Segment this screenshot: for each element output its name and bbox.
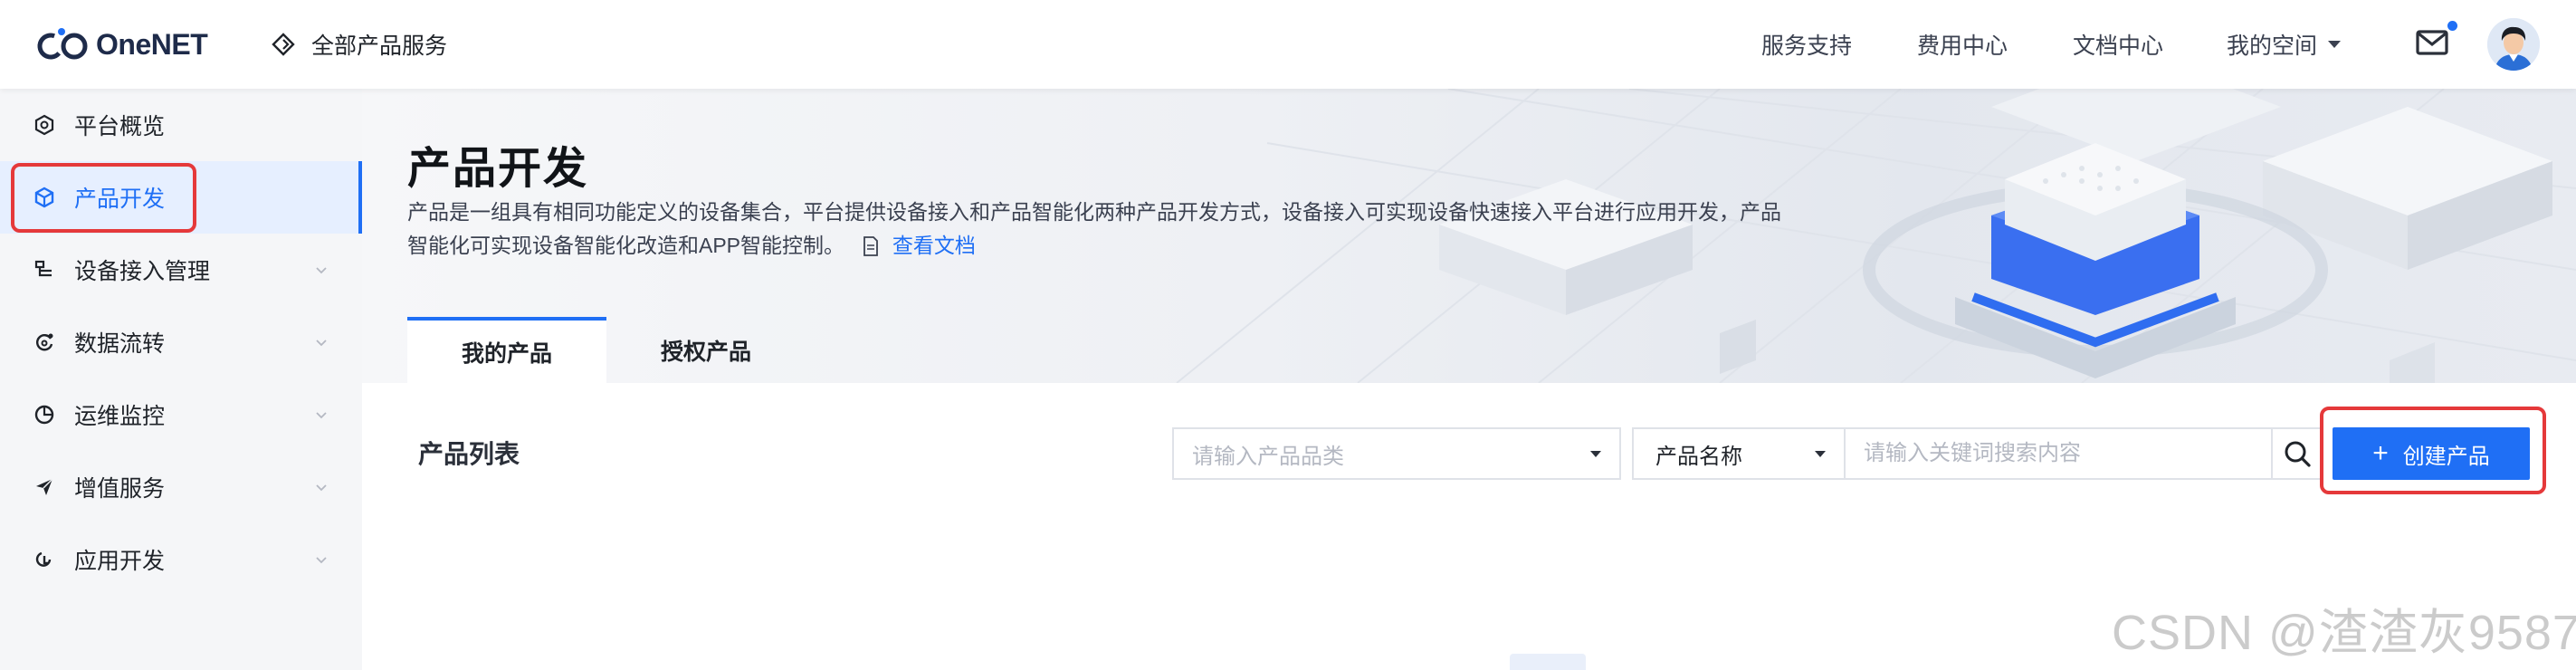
nav-billing-center[interactable]: 费用中心 (1917, 27, 2008, 62)
description-line-2: 智能化可实现设备智能化改造和APP智能控制。 (407, 234, 845, 257)
product-category-select[interactable]: 请输入产品品类 (1172, 427, 1621, 480)
hero-banner: 产品开发 产品是一组具有相同功能定义的设备集合，平台提供设备接入和产品智能化两种… (362, 89, 2576, 383)
empty-state-illustration (1510, 654, 1586, 670)
page-description: 产品是一组具有相同功能定义的设备集合，平台提供设备接入和产品智能化两种产品开发方… (407, 196, 1874, 263)
monitor-chart-icon (33, 403, 56, 426)
unread-dot (2447, 21, 2457, 31)
data-flow-icon (33, 330, 56, 354)
caret-down-icon (1590, 451, 1601, 457)
sidebar-item-value-added[interactable]: 增值服务 (0, 451, 362, 523)
mail-icon (2416, 30, 2448, 55)
chevron-down-icon (316, 557, 327, 564)
nav-docs-center[interactable]: 文档中心 (2073, 27, 2163, 62)
onenet-logo-icon (37, 28, 88, 60)
chevron-down-icon (316, 267, 327, 274)
my-space-label: 我的空间 (2227, 34, 2318, 59)
sidebar-item-app-dev[interactable]: 应用开发 (0, 523, 362, 596)
logo-text: OneNET (96, 27, 208, 61)
caret-down-icon (2328, 41, 2342, 48)
sidebar-item-label: 产品开发 (74, 187, 166, 212)
top-bar: OneNET 全部产品服务 服务支持 费用中心 文档中心 我的空间 (0, 0, 2576, 89)
sidebar-item-label: 设备接入管理 (74, 259, 211, 284)
sidebar-item-label: 数据流转 (74, 331, 166, 357)
mail-button[interactable] (2416, 21, 2457, 61)
diamond-icon (272, 33, 295, 56)
sidebar-item-label: 应用开发 (74, 549, 166, 574)
sidebar-item-platform-overview[interactable]: 平台概览 (0, 89, 362, 161)
plane-icon (33, 475, 56, 499)
tab-authorized-products[interactable]: 授权产品 (606, 317, 806, 383)
device-list-icon (33, 258, 56, 282)
search-field-select[interactable]: 产品名称 (1632, 427, 1844, 480)
sidebar-item-data-flow[interactable]: 数据流转 (0, 306, 362, 378)
caret-down-icon (1815, 451, 1826, 457)
chevron-down-icon (316, 412, 327, 419)
keyword-search-input[interactable] (1844, 427, 2273, 480)
tab-my-products[interactable]: 我的产品 (407, 317, 606, 383)
cube-icon (33, 186, 56, 209)
sidebar-item-ops-monitor[interactable]: 运维监控 (0, 378, 362, 451)
view-docs-link[interactable]: 查看文档 (892, 234, 976, 257)
description-line-1: 产品是一组具有相同功能定义的设备集合，平台提供设备接入和产品智能化两种产品开发方… (407, 200, 1781, 224)
app-dev-icon (33, 548, 56, 571)
document-icon (863, 236, 879, 256)
search-icon (2285, 441, 2311, 467)
sidebar: 平台概览 产品开发 设备接入管理 数据流转 运维监控 增值服务 应用开发 (0, 89, 362, 670)
nav-service-support[interactable]: 服务支持 (1761, 27, 1852, 62)
all-products-menu[interactable]: 全部产品服务 (272, 27, 447, 62)
hexagon-icon (33, 113, 56, 137)
sidebar-item-label: 平台概览 (74, 114, 166, 139)
product-list-title: 产品列表 (418, 440, 520, 468)
page-title: 产品开发 (407, 145, 589, 193)
chevron-down-icon (316, 484, 327, 492)
category-placeholder: 请输入产品品类 (1192, 444, 1344, 469)
onenet-logo[interactable]: OneNET (34, 24, 208, 65)
chevron-down-icon (316, 340, 327, 347)
create-product-button[interactable]: + 创建产品 (2333, 427, 2530, 480)
avatar[interactable] (2487, 18, 2540, 71)
sidebar-item-label: 增值服务 (74, 476, 166, 502)
search-button[interactable] (2271, 427, 2323, 480)
search-field-value: 产品名称 (1655, 444, 1742, 469)
sidebar-item-product-dev[interactable]: 产品开发 (0, 161, 362, 234)
user-avatar-icon (2487, 18, 2540, 71)
create-product-label: 创建产品 (2402, 444, 2490, 469)
all-products-label: 全部产品服务 (311, 34, 448, 59)
plus-icon: + (2372, 438, 2389, 468)
sidebar-item-label: 运维监控 (74, 404, 166, 429)
watermark: CSDN @渣渣灰9587 (2112, 606, 2576, 660)
sidebar-item-device-access[interactable]: 设备接入管理 (0, 234, 362, 306)
nav-my-space[interactable]: 我的空间 (2227, 27, 2342, 62)
